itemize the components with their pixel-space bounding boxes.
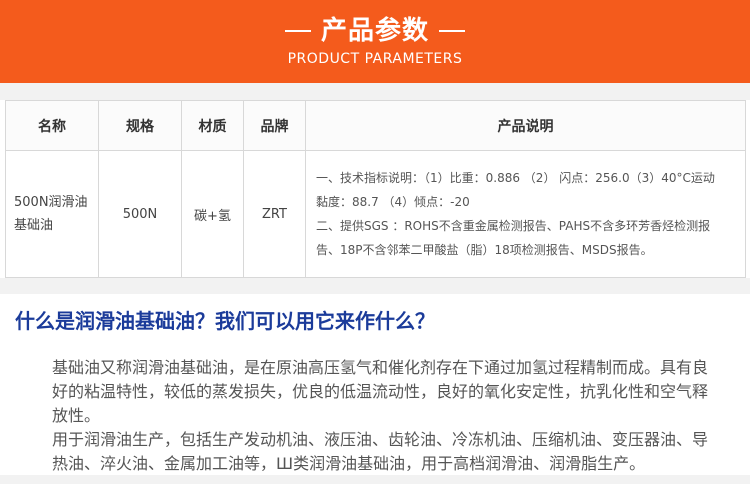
right-decorative-line — [439, 30, 465, 32]
header-name: 名称 — [5, 100, 99, 151]
parameters-table: 名称 规格 材质 品牌 产品说明 500N润滑油基础油 500N 碳+氢 ZRT… — [5, 100, 746, 278]
answer-paragraph: 用于润滑油生产，包括生产发动机油、液压油、齿轮油、冷冻机油、压缩机油、变压器油、… — [52, 430, 709, 473]
header-material: 材质 — [181, 100, 244, 151]
header-brand: 品牌 — [243, 100, 306, 151]
cell-spec: 500N — [98, 150, 182, 278]
banner-title-row: 产品参数 — [0, 14, 750, 48]
section-divider — [0, 83, 750, 100]
cell-material: 碳+氢 — [181, 150, 244, 278]
header-spec: 规格 — [98, 100, 182, 151]
description-line: 黏度：88.7 （4）倾点：-20 — [316, 195, 470, 209]
section-divider-2 — [0, 278, 750, 294]
banner-subtitle: PRODUCT PARAMETERS — [287, 51, 463, 67]
left-decorative-line — [284, 30, 311, 32]
description-line: 二、提供SGS ：ROHS不含重金属检测报告、PAHS不含多环芳香烃检测报 — [316, 219, 711, 233]
faq-question-heading: 什么是润滑油基础油？我们可以用它来作什么？ — [15, 309, 435, 333]
table-header-row: 名称 规格 材质 品牌 产品说明 — [5, 100, 746, 151]
cell-brand: ZRT — [243, 150, 306, 278]
answer-paragraph: 基础油又称润滑油基础油，是在原油高压氢气和催化剂存在下通过加氢过程精制而成。具有… — [52, 358, 709, 425]
description-line: 告、18P不含邻苯二甲酸盐（脂）18项检测报告、MSDS报告。 — [316, 243, 653, 257]
header-description: 产品说明 — [305, 100, 746, 151]
description-line: 一、技术指标说明：（1）比重：0.886 （2） 闪点：256.0（3）40°C… — [316, 171, 715, 185]
table-row: 500N润滑油基础油 500N 碳+氢 ZRT 一、技术指标说明：（1）比重：0… — [5, 150, 746, 278]
banner-title: 产品参数 — [320, 16, 429, 46]
bottom-divider — [0, 475, 750, 484]
cell-description: 一、技术指标说明：（1）比重：0.886 （2） 闪点：256.0（3）40°C… — [305, 150, 746, 278]
cell-name: 500N润滑油基础油 — [5, 150, 99, 278]
product-parameters-banner: 产品参数 PRODUCT PARAMETERS — [0, 0, 750, 83]
